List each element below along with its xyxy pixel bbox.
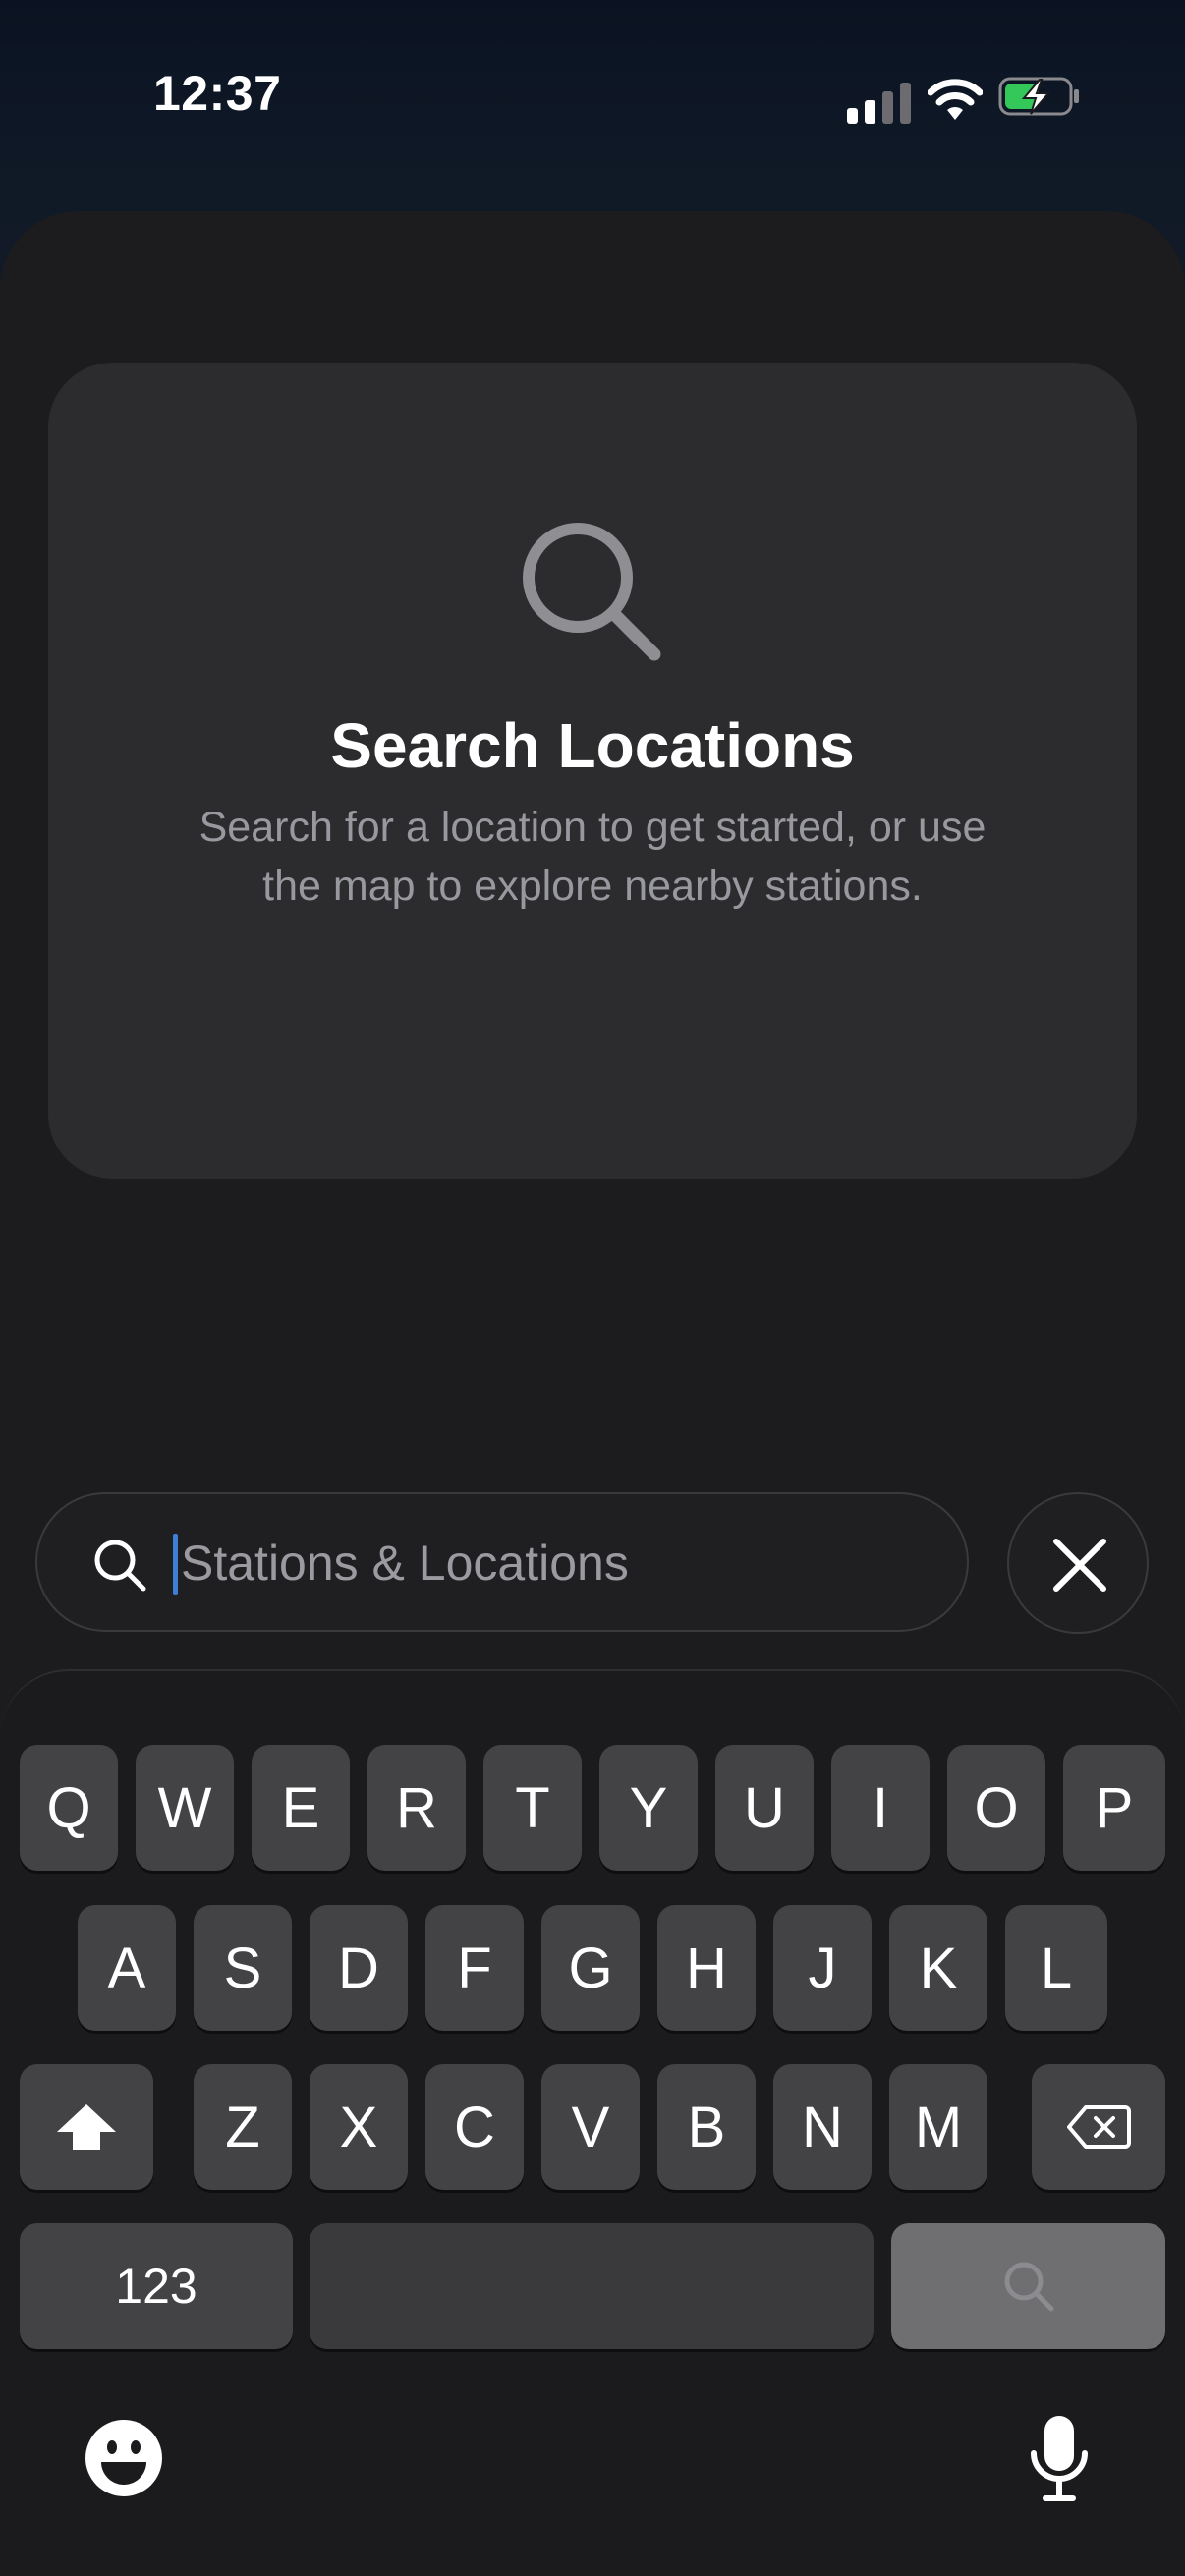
key-u[interactable]: U (715, 1745, 814, 1871)
key-k[interactable]: K (889, 1905, 988, 2031)
search-field[interactable] (35, 1492, 969, 1632)
key-l[interactable]: L (1005, 1905, 1107, 2031)
key-a[interactable]: A (78, 1905, 176, 2031)
shift-key[interactable] (20, 2064, 153, 2190)
key-c[interactable]: C (425, 2064, 524, 2190)
key-s[interactable]: S (194, 1905, 292, 2031)
key-b[interactable]: B (657, 2064, 756, 2190)
empty-state-description: Search for a location to get started, or… (198, 804, 987, 910)
shift-icon (57, 2104, 116, 2150)
key-f[interactable]: F (425, 1905, 524, 2031)
key-e[interactable]: E (252, 1745, 350, 1871)
search-input[interactable] (175, 1516, 947, 1610)
emoji-icon[interactable] (84, 2418, 164, 2498)
key-y[interactable]: Y (599, 1745, 698, 1871)
search-icon (94, 1540, 146, 1592)
cellular-signal-icon (847, 83, 911, 124)
delete-backward-icon (1067, 2105, 1131, 2149)
key-w[interactable]: W (136, 1745, 234, 1871)
status-time: 12:37 (153, 66, 282, 121)
key-h[interactable]: H (657, 1905, 756, 2031)
microphone-icon[interactable] (1028, 2414, 1091, 2504)
numbers-key[interactable]: 123 (20, 2223, 293, 2349)
delete-key[interactable] (1032, 2064, 1165, 2190)
key-z[interactable]: Z (194, 2064, 292, 2190)
search-icon (523, 523, 661, 661)
key-r[interactable]: R (367, 1745, 466, 1871)
key-n[interactable]: N (773, 2064, 872, 2190)
key-q[interactable]: Q (20, 1745, 118, 1871)
key-g[interactable]: G (541, 1905, 640, 2031)
key-x[interactable]: X (310, 2064, 408, 2190)
key-v[interactable]: V (541, 2064, 640, 2190)
battery-charging-icon (998, 77, 1079, 116)
key-j[interactable]: J (773, 1905, 872, 2031)
key-i[interactable]: I (831, 1745, 930, 1871)
search-key[interactable] (891, 2223, 1165, 2349)
close-icon (1053, 1539, 1106, 1592)
search-icon (1004, 2262, 1053, 2312)
space-key[interactable] (310, 2223, 874, 2349)
key-p[interactable]: P (1063, 1745, 1165, 1871)
close-button[interactable] (1007, 1492, 1149, 1634)
empty-state-title: Search Locations (330, 710, 855, 781)
key-o[interactable]: O (947, 1745, 1045, 1871)
key-m[interactable]: M (889, 2064, 988, 2190)
keyboard: Q W E R T Y U I O P A S D F G H J K L Z … (0, 1669, 1185, 2576)
wifi-icon (928, 79, 983, 120)
key-d[interactable]: D (310, 1905, 408, 2031)
key-t[interactable]: T (483, 1745, 582, 1871)
